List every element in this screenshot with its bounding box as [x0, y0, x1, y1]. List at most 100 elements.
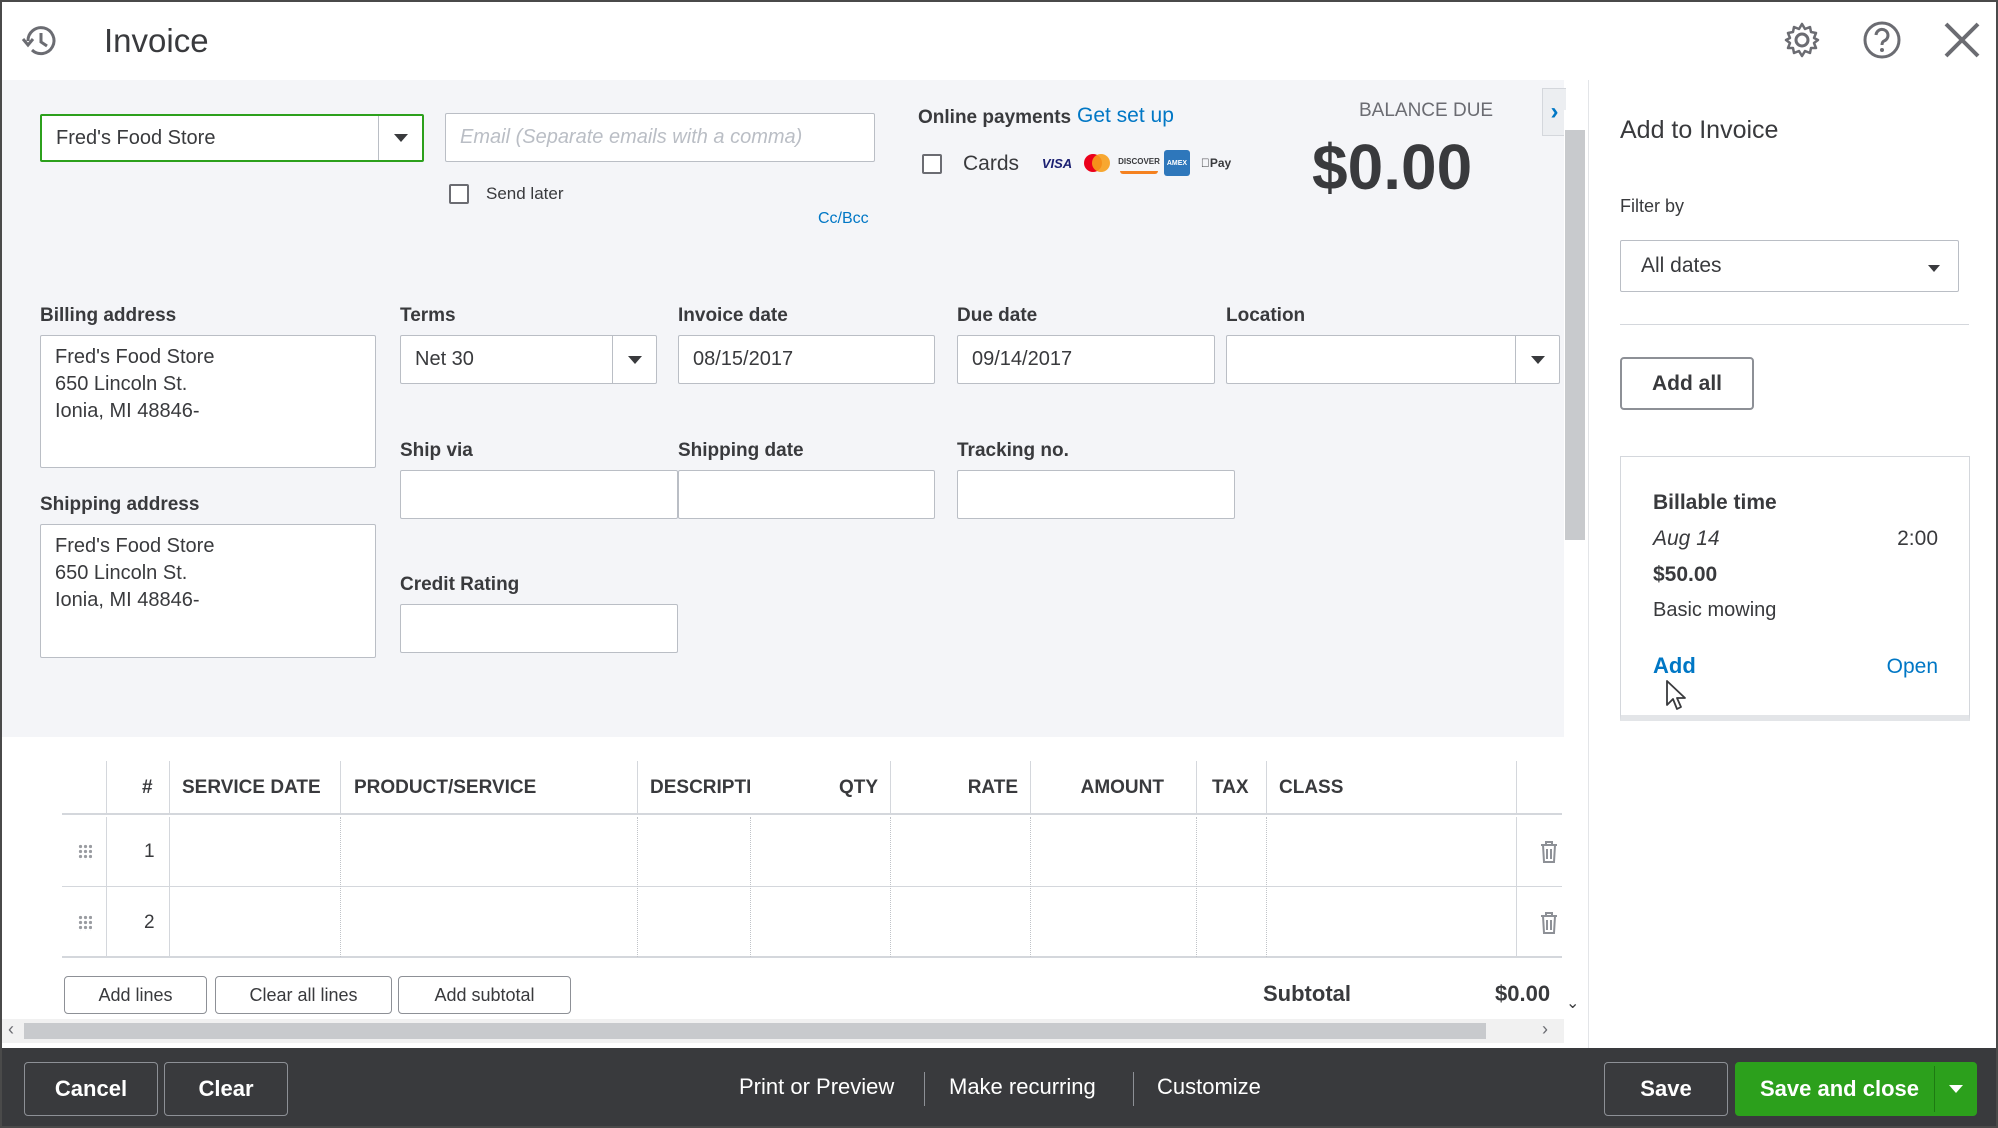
- trash-icon[interactable]: [1540, 841, 1558, 868]
- card-add-link[interactable]: Add: [1653, 653, 1696, 679]
- filter-select[interactable]: All dates: [1620, 240, 1959, 292]
- billing-line-1: Fred's Food Store: [55, 346, 215, 368]
- cell-sep: [1030, 817, 1031, 957]
- col-header-rate: RATE: [967, 777, 1018, 798]
- add-lines-button[interactable]: Add lines: [64, 976, 207, 1014]
- get-set-up-link[interactable]: Get set up: [1077, 104, 1174, 128]
- card-open-link[interactable]: Open: [1887, 655, 1938, 679]
- panel-title: Add to Invoice: [1620, 116, 1779, 144]
- card-title: Billable time: [1653, 491, 1777, 514]
- drag-handle-icon[interactable]: [78, 844, 92, 860]
- collapse-panel-button[interactable]: ›: [1542, 88, 1566, 136]
- location-select[interactable]: [1226, 335, 1560, 384]
- chevron-down-icon: [1530, 355, 1545, 364]
- card-date: Aug 14: [1653, 527, 1720, 550]
- send-later-checkbox[interactable]: [449, 184, 469, 204]
- mouse-cursor-icon: [1665, 679, 1687, 716]
- row-number: 2: [144, 912, 155, 933]
- cell-sep: [890, 817, 891, 957]
- apple-icon: : [1201, 156, 1210, 170]
- invoice-form: Fred's Food Store Email (Separate emails…: [2, 80, 1588, 737]
- billing-address-label: Billing address: [40, 305, 177, 326]
- close-icon[interactable]: [1942, 20, 1982, 60]
- due-date-label: Due date: [957, 305, 1038, 326]
- header-bar: Invoice: [2, 2, 1996, 80]
- cancel-button[interactable]: Cancel: [24, 1062, 158, 1116]
- shipping-date-field[interactable]: [678, 470, 935, 519]
- row-number: 1: [144, 841, 155, 862]
- trash-icon[interactable]: [1540, 912, 1558, 939]
- form-scrollbar-thumb[interactable]: [1565, 130, 1585, 540]
- customer-dropdown-button[interactable]: [378, 116, 422, 160]
- invoice-date-field[interactable]: 08/15/2017: [678, 335, 935, 384]
- scroll-down-icon[interactable]: ⌄: [1566, 993, 1579, 1013]
- footer-bar: Cancel Clear Print or Preview Make recur…: [2, 1048, 1996, 1126]
- row-sep: [1516, 817, 1517, 957]
- clear-all-lines-button[interactable]: Clear all lines: [215, 976, 392, 1014]
- terms-select[interactable]: Net 30: [400, 335, 657, 384]
- add-to-invoice-panel: Add to Invoice Filter by All dates Add a…: [1588, 80, 1996, 1050]
- row-sep: [169, 817, 170, 957]
- subtotal-label: Subtotal: [1263, 981, 1351, 1006]
- col-header-amount: AMOUNT: [1080, 777, 1164, 798]
- gear-icon[interactable]: [1782, 20, 1822, 60]
- cell-sep: [750, 817, 751, 957]
- footer-divider: [924, 1072, 925, 1106]
- customize-link[interactable]: Customize: [1157, 1074, 1261, 1100]
- drag-handle-icon[interactable]: [78, 915, 92, 931]
- shipping-line-3: Ionia, MI 48846-: [55, 589, 200, 611]
- col-header-service-date: SERVICE DATE: [182, 777, 321, 798]
- mastercard-icon: [1084, 154, 1110, 172]
- print-preview-link[interactable]: Print or Preview: [739, 1074, 894, 1100]
- billing-address-field[interactable]: Fred's Food Store 650 Lincoln St. Ionia,…: [40, 335, 376, 468]
- tracking-no-field[interactable]: [957, 470, 1235, 519]
- table-row[interactable]: 2: [62, 888, 1562, 958]
- recent-history-icon[interactable]: [20, 20, 62, 62]
- due-date-field[interactable]: 09/14/2017: [957, 335, 1215, 384]
- make-recurring-link[interactable]: Make recurring: [949, 1074, 1096, 1100]
- row-sep: [106, 817, 107, 957]
- help-icon[interactable]: [1862, 20, 1902, 60]
- credit-rating-field[interactable]: [400, 604, 678, 653]
- billable-time-card: Billable time Aug 14 2:00 $50.00 Basic m…: [1620, 456, 1970, 721]
- shipping-line-2: 650 Lincoln St.: [55, 562, 188, 584]
- subtotal-value: $0.00: [1495, 981, 1551, 1006]
- add-subtotal-button[interactable]: Add subtotal: [398, 976, 571, 1014]
- cell-sep: [340, 817, 341, 957]
- page-title: Invoice: [104, 22, 209, 59]
- terms-dropdown-button[interactable]: [612, 336, 656, 383]
- chevron-down-icon: [393, 134, 408, 142]
- col-sep: [1196, 761, 1197, 815]
- cards-checkbox[interactable]: [922, 154, 942, 174]
- send-later-label: Send later: [486, 184, 564, 203]
- mastercard-logo: [1080, 152, 1114, 174]
- chevron-right-icon: ›: [1550, 98, 1559, 125]
- online-payments-label: Online payments: [918, 107, 1072, 128]
- chevron-down-icon: [1949, 1085, 1963, 1093]
- location-dropdown-button[interactable]: [1515, 336, 1559, 383]
- table-row[interactable]: 1: [62, 817, 1562, 887]
- ship-via-field[interactable]: [400, 470, 678, 519]
- save-button[interactable]: Save: [1604, 1062, 1728, 1116]
- cell-sep: [1196, 817, 1197, 957]
- col-header-product-service: PRODUCT/SERVICE: [354, 777, 537, 798]
- apple-pay-logo: Pay: [1196, 152, 1236, 174]
- location-label: Location: [1226, 305, 1306, 326]
- card-duration: 2:00: [1897, 527, 1938, 550]
- scroll-right-icon[interactable]: ›: [1542, 1019, 1548, 1040]
- save-options-button[interactable]: [1935, 1062, 1977, 1116]
- email-field[interactable]: Email (Separate emails with a comma): [445, 113, 875, 162]
- col-sep: [106, 761, 107, 815]
- customer-select[interactable]: Fred's Food Store: [40, 114, 424, 162]
- cell-sep: [1266, 817, 1267, 957]
- scroll-left-icon[interactable]: ‹: [8, 1019, 14, 1040]
- clear-button[interactable]: Clear: [164, 1062, 288, 1116]
- shipping-address-field[interactable]: Fred's Food Store 650 Lincoln St. Ionia,…: [40, 524, 376, 658]
- horizontal-scrollbar-thumb[interactable]: [24, 1023, 1486, 1039]
- col-sep: [1266, 761, 1267, 815]
- cc-bcc-link[interactable]: Cc/Bcc: [818, 210, 869, 228]
- invoice-window: Invoice Fred's Food Store Email (Separat…: [0, 0, 1998, 1128]
- balance-due-amount: $0.00: [1312, 131, 1473, 203]
- add-all-button[interactable]: Add all: [1620, 357, 1754, 410]
- footer-divider: [1133, 1072, 1134, 1106]
